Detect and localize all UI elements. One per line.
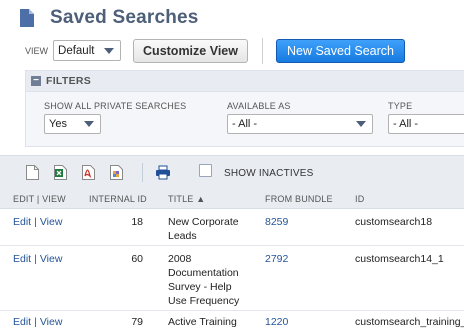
view-link[interactable]: View bbox=[40, 216, 63, 228]
filter-label-private: SHOW ALL PRIVATE SEARCHES bbox=[44, 101, 187, 111]
export-excel-icon[interactable] bbox=[54, 165, 67, 180]
view-link[interactable]: View bbox=[40, 316, 63, 328]
internal-id-cell: 18 bbox=[131, 216, 143, 228]
id-cell: customsearch14_1 bbox=[355, 253, 444, 265]
filter-label-available: AVAILABLE AS bbox=[227, 101, 291, 111]
divider bbox=[262, 38, 263, 64]
chevron-down-icon bbox=[104, 47, 115, 54]
column-edit-view: EDIT | VIEW bbox=[13, 194, 66, 204]
column-from-bundle[interactable]: FROM BUNDLE bbox=[265, 194, 333, 204]
filters-header[interactable]: − FILTERS bbox=[26, 71, 464, 92]
filter-label-type: TYPE bbox=[388, 101, 413, 111]
collapse-icon[interactable]: − bbox=[31, 76, 41, 86]
filter-select-type[interactable]: - All - bbox=[388, 114, 464, 134]
view-select-value: Default bbox=[58, 44, 95, 57]
row-actions: Edit | View bbox=[13, 253, 63, 265]
view-link[interactable]: View bbox=[40, 253, 63, 265]
table-row: Edit | View 18 New Corporate Leads 8259 cu… bbox=[0, 209, 464, 246]
row-actions: Edit | View bbox=[13, 216, 63, 228]
show-inactives-checkbox[interactable] bbox=[199, 164, 212, 177]
new-saved-search-button[interactable]: New Saved Search bbox=[276, 39, 405, 63]
bundle-link[interactable]: 2792 bbox=[265, 252, 288, 266]
edit-link[interactable]: Edit bbox=[13, 216, 31, 228]
export-pdf-icon[interactable] bbox=[82, 165, 95, 180]
edit-link[interactable]: Edit bbox=[13, 316, 31, 328]
column-internal-id[interactable]: INTERNAL ID bbox=[89, 194, 147, 204]
column-title[interactable]: TITLE ▲ bbox=[168, 194, 205, 204]
table-row: Edit | View 79 Active Training 1220 custom… bbox=[0, 311, 464, 329]
print-icon[interactable] bbox=[155, 165, 171, 180]
internal-id-cell: 60 bbox=[131, 253, 143, 265]
row-actions: Edit | View bbox=[13, 316, 63, 328]
filters-panel: − FILTERS SHOW ALL PRIVATE SEARCHES Yes … bbox=[25, 70, 464, 147]
filters-title: FILTERS bbox=[46, 75, 92, 87]
title-cell: Active Training bbox=[168, 316, 237, 328]
page-header: Saved Searches bbox=[20, 5, 199, 31]
column-id[interactable]: ID bbox=[355, 194, 364, 204]
chevron-down-icon bbox=[356, 121, 366, 127]
title-cell: New Corporate Leads bbox=[168, 216, 239, 242]
export-file-icon[interactable] bbox=[26, 165, 39, 180]
id-cell: customsearch_training_ bbox=[355, 316, 464, 328]
bundle-link[interactable]: 8259 bbox=[265, 215, 288, 229]
view-label: VIEW bbox=[25, 45, 49, 56]
filter-value-available: - All - bbox=[232, 118, 258, 130]
bundle-link[interactable]: 1220 bbox=[265, 315, 288, 329]
title-cell: 2008 Documentation Survey - Help Use Fre… bbox=[168, 253, 240, 307]
filter-value-private: Yes bbox=[49, 118, 67, 130]
filter-select-private[interactable]: Yes bbox=[44, 114, 101, 134]
list-toolbar: SHOW INACTIVES bbox=[0, 155, 464, 187]
page-title: Saved Searches bbox=[50, 7, 199, 28]
view-row: VIEW Default bbox=[25, 38, 122, 63]
table-row: Edit | View 60 2008 Documentation Survey -… bbox=[0, 246, 464, 311]
table-header: EDIT | VIEW INTERNAL ID TITLE ▲ FROM BUN… bbox=[0, 187, 464, 209]
show-inactives-label: SHOW INACTIVES bbox=[224, 168, 314, 179]
export-csv-icon[interactable] bbox=[110, 165, 123, 180]
chevron-down-icon bbox=[84, 121, 94, 127]
document-icon bbox=[20, 9, 34, 27]
edit-link[interactable]: Edit bbox=[13, 253, 31, 265]
filter-select-available[interactable]: - All - bbox=[227, 114, 373, 134]
filter-value-type: - All - bbox=[393, 118, 419, 130]
toolbar-divider bbox=[142, 163, 143, 182]
internal-id-cell: 79 bbox=[131, 316, 143, 328]
id-cell: customsearch18 bbox=[355, 216, 433, 228]
view-select[interactable]: Default bbox=[53, 40, 122, 61]
customize-view-button[interactable]: Customize View bbox=[133, 39, 248, 63]
